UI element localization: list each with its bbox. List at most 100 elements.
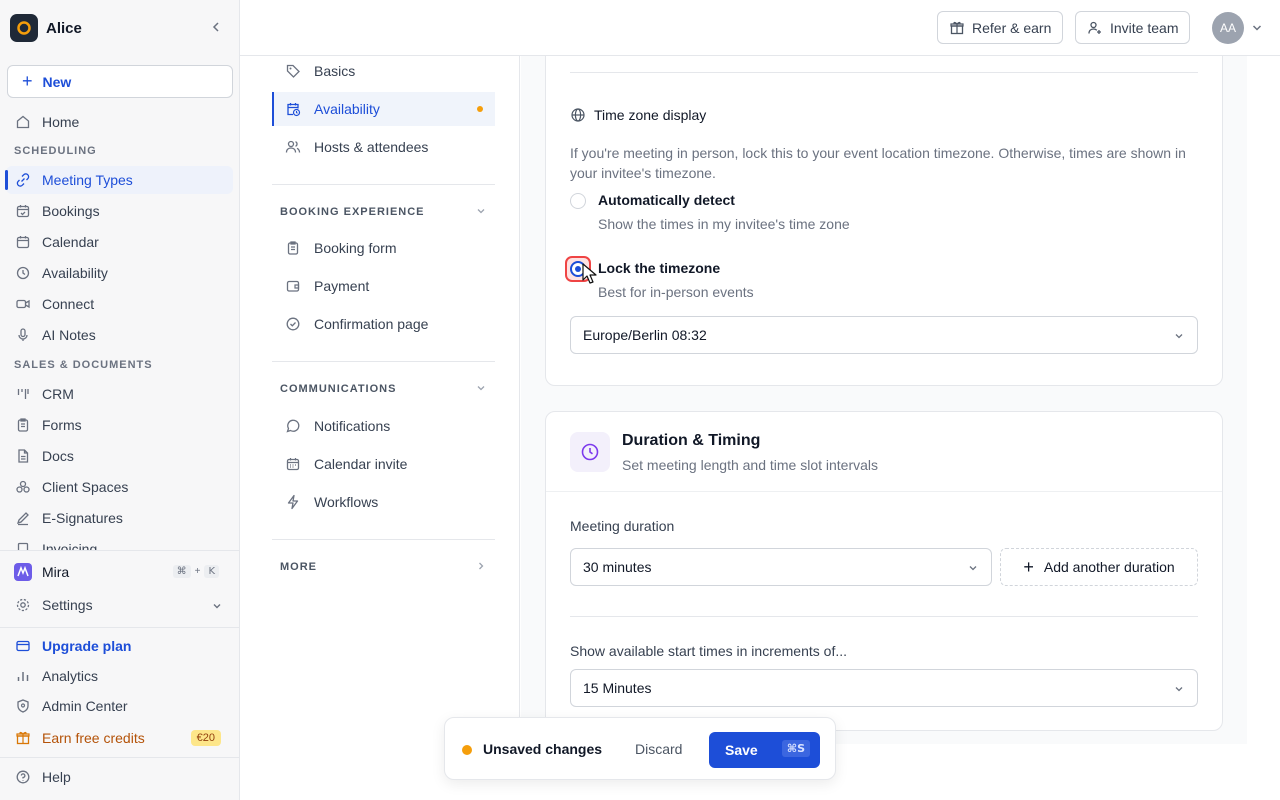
sidebar-item-analytics[interactable]: Analytics bbox=[6, 662, 233, 690]
right-gutter bbox=[1247, 56, 1280, 744]
save-shortcut: ⌘S bbox=[781, 740, 810, 757]
unsaved-dot bbox=[462, 745, 472, 755]
sidebar-item-docs[interactable]: Docs bbox=[6, 442, 233, 470]
settings-nav-booking-form[interactable]: Booking form bbox=[272, 231, 495, 265]
chevron-down-icon bbox=[1173, 683, 1185, 695]
gift-icon bbox=[14, 729, 32, 747]
workspace-header[interactable]: Alice bbox=[0, 0, 239, 56]
option-lock-label[interactable]: Lock the timezone bbox=[598, 260, 720, 276]
discard-button[interactable]: Discard bbox=[635, 741, 682, 757]
invite-team-button[interactable]: Invite team bbox=[1075, 11, 1191, 44]
link-icon bbox=[14, 171, 32, 189]
collapse-sidebar-icon[interactable] bbox=[209, 20, 223, 34]
sidebar-item-meeting-types[interactable]: Meeting Types bbox=[5, 166, 233, 194]
workspace-logo bbox=[10, 14, 38, 42]
add-duration-button[interactable]: + Add another duration bbox=[1000, 548, 1198, 586]
pen-icon bbox=[14, 509, 32, 527]
settings-nav-notifications[interactable]: Notifications bbox=[272, 409, 495, 443]
chevron-down-icon bbox=[1173, 330, 1185, 342]
sidebar-item-bookings[interactable]: Bookings bbox=[6, 197, 233, 225]
section-toggle-more[interactable]: MORE bbox=[280, 561, 487, 573]
refer-earn-button[interactable]: Refer & earn bbox=[937, 11, 1064, 44]
duration-title: Duration & Timing bbox=[622, 432, 761, 449]
chevron-down-icon bbox=[475, 205, 487, 217]
sidebar-item-admin-center[interactable]: Admin Center bbox=[6, 692, 233, 720]
sidebar-item-mira[interactable]: Mira ⌘ + K bbox=[6, 558, 233, 586]
divider bbox=[0, 627, 239, 628]
main-content[interactable]: Time zone display If you're meeting in p… bbox=[521, 56, 1247, 744]
divider bbox=[272, 361, 495, 362]
option-auto-label[interactable]: Automatically detect bbox=[598, 192, 735, 208]
sidebar-item-e-signatures[interactable]: E-Signatures bbox=[6, 504, 233, 532]
section-label-scheduling: SCHEDULING bbox=[14, 145, 97, 157]
radio-auto-detect[interactable] bbox=[570, 193, 586, 209]
lightning-icon bbox=[284, 493, 302, 511]
sidebar-nav[interactable]: Home SCHEDULING Meeting Types Bookings C… bbox=[0, 106, 239, 550]
chevron-down-icon[interactable] bbox=[1251, 22, 1263, 34]
calendar-clock-icon bbox=[284, 100, 302, 118]
bar-chart-icon bbox=[14, 667, 32, 685]
divider bbox=[546, 491, 1222, 492]
section-toggle-booking-experience[interactable]: BOOKING EXPERIENCE bbox=[280, 206, 487, 218]
duration-card: Duration & Timing Set meeting length and… bbox=[545, 411, 1223, 731]
mira-shortcut: ⌘ + K bbox=[172, 565, 219, 578]
message-icon bbox=[284, 417, 302, 435]
calendar-icon bbox=[284, 455, 302, 473]
sidebar-item-client-spaces[interactable]: Client Spaces bbox=[6, 473, 233, 501]
increments-select[interactable]: 15 Minutes bbox=[570, 669, 1198, 707]
chevron-down-icon bbox=[967, 562, 979, 574]
settings-nav-hosts[interactable]: Hosts & attendees bbox=[272, 130, 495, 164]
sidebar-item-forms[interactable]: Forms bbox=[6, 411, 233, 439]
gift-icon bbox=[949, 20, 972, 36]
event-settings-nav: Basics Availability Hosts & attendees BO… bbox=[240, 56, 520, 744]
sidebar-item-connect[interactable]: Connect bbox=[6, 290, 233, 318]
divider bbox=[570, 72, 1198, 73]
settings-nav-calendar-invite[interactable]: Calendar invite bbox=[272, 447, 495, 481]
timezone-title: Time zone display bbox=[570, 107, 706, 123]
document-icon bbox=[14, 447, 32, 465]
settings-nav-availability[interactable]: Availability bbox=[272, 92, 495, 126]
sidebar-item-crm[interactable]: CRM bbox=[6, 380, 233, 408]
plus-icon: + bbox=[1023, 556, 1034, 577]
timezone-card: Time zone display If you're meeting in p… bbox=[545, 56, 1223, 386]
add-user-icon bbox=[1087, 20, 1110, 36]
sidebar-item-settings[interactable]: Settings bbox=[6, 591, 233, 619]
sidebar: Alice + New Home SCHEDULING Meeting Type… bbox=[0, 0, 240, 800]
credit-card-icon bbox=[14, 637, 32, 655]
section-label-sales: SALES & DOCUMENTS bbox=[14, 359, 153, 371]
option-auto-sub: Show the times in my invitee's time zone bbox=[598, 216, 850, 232]
settings-nav-basics[interactable]: Basics bbox=[272, 54, 495, 88]
meeting-duration-select[interactable]: 30 minutes bbox=[570, 548, 992, 586]
sidebar-item-calendar[interactable]: Calendar bbox=[6, 228, 233, 256]
wallet-icon bbox=[284, 277, 302, 295]
save-button[interactable]: Save ⌘S bbox=[709, 732, 820, 768]
unsaved-dot bbox=[477, 106, 483, 112]
clipboard-icon bbox=[284, 239, 302, 257]
shield-icon bbox=[14, 697, 32, 715]
sidebar-item-ai-notes[interactable]: AI Notes bbox=[6, 321, 233, 349]
timezone-select[interactable]: Europe/Berlin 08:32 bbox=[570, 316, 1198, 354]
sidebar-item-availability[interactable]: Availability bbox=[6, 259, 233, 287]
meeting-duration-label: Meeting duration bbox=[570, 518, 675, 534]
sidebar-item-earn-credits[interactable]: Earn free credits €20 bbox=[6, 724, 233, 752]
avatar[interactable]: AA bbox=[1212, 12, 1244, 44]
sidebar-item-invoicing[interactable]: Invoicing bbox=[6, 535, 233, 550]
crm-icon bbox=[14, 385, 32, 403]
workspace-name: Alice bbox=[46, 19, 82, 37]
divider bbox=[272, 184, 495, 185]
chevron-down-icon bbox=[475, 382, 487, 394]
sidebar-item-upgrade-plan[interactable]: Upgrade plan bbox=[6, 632, 233, 660]
tag-icon bbox=[284, 62, 302, 80]
duration-subtitle: Set meeting length and time slot interva… bbox=[622, 457, 879, 473]
clock-icon bbox=[570, 432, 610, 472]
settings-nav-payment[interactable]: Payment bbox=[272, 269, 495, 303]
cursor-icon bbox=[582, 263, 598, 285]
mira-icon bbox=[14, 563, 32, 581]
settings-nav-confirmation[interactable]: Confirmation page bbox=[272, 307, 495, 341]
settings-nav-workflows[interactable]: Workflows bbox=[272, 485, 495, 519]
sidebar-item-help[interactable]: Help bbox=[6, 763, 233, 791]
sidebar-bottom: Mira ⌘ + K Settings Upgrade plan Analyti… bbox=[0, 550, 239, 800]
sidebar-item-home[interactable]: Home bbox=[6, 108, 233, 136]
new-button[interactable]: + New bbox=[7, 65, 233, 98]
section-toggle-communications[interactable]: COMMUNICATIONS bbox=[280, 383, 487, 395]
